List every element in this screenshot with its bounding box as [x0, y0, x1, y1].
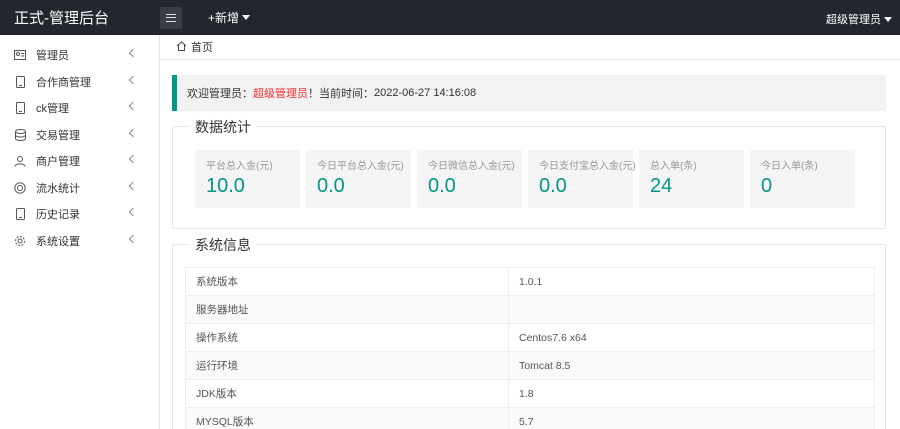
new-button-label: +新增: [208, 11, 240, 25]
stat-value: 0: [761, 175, 773, 197]
stat-card: 今日平台总入金(元) 0.0: [306, 150, 411, 208]
data-stats-title: 数据统计: [189, 117, 257, 137]
table-row: 运行环境 Tomcat 8.5: [185, 351, 875, 380]
stat-card: 总入单(条) 24: [639, 150, 744, 208]
welcome-banner: 欢迎管理员： 超级管理员 ！当前时间： 2022-06-27 14:16:08: [172, 75, 886, 111]
user-menu[interactable]: 超级管理员: [826, 11, 892, 27]
sidebar-item-label: 合作商管理: [36, 76, 91, 89]
info-key: MYSQL版本: [185, 407, 509, 429]
chevron-left-icon: [128, 48, 138, 58]
info-key: 运行环境: [185, 351, 509, 380]
chevron-left-icon: [128, 154, 138, 164]
welcome-user-name: 超级管理员: [253, 88, 308, 100]
stat-card: 今日微信总入金(元) 0.0: [417, 150, 522, 208]
sidebar-item-label: 管理员: [36, 50, 69, 63]
top-bar: 正式-管理后台 +新增 超级管理员: [0, 0, 900, 35]
stat-label: 今日支付宝总入金(元): [539, 161, 636, 172]
sidebar-item-ck[interactable]: ck管理: [0, 95, 159, 122]
info-value: 1.0.1: [508, 267, 875, 296]
sidebar-item-label: ck管理: [36, 103, 69, 116]
system-info-title: 系统信息: [189, 235, 257, 255]
sidebar-item-label: 历史记录: [36, 209, 80, 222]
stat-label: 平台总入金(元): [206, 161, 273, 172]
stat-label: 今日平台总入金(元): [317, 161, 404, 172]
menu-icon: [166, 13, 176, 22]
stat-label: 总入单(条): [650, 161, 697, 172]
info-value: Tomcat 8.5: [508, 351, 875, 380]
menu-toggle-button[interactable]: [160, 6, 182, 29]
sidebar-item-label: 交易管理: [36, 129, 80, 142]
stat-value: 10.0: [206, 175, 245, 197]
database-icon: [14, 128, 26, 141]
info-value: Centos7.6 x64: [508, 323, 875, 352]
stat-value: 24: [650, 175, 673, 197]
info-value: [508, 295, 875, 324]
info-value: 5.7: [508, 407, 875, 429]
info-key: 操作系统: [185, 323, 509, 352]
system-info-panel: 系统信息 系统版本 1.0.1 服务器地址 操作系统 Centos7.6 x64…: [172, 235, 886, 429]
caret-down-icon: [242, 15, 251, 20]
stat-label: 今日入单(条): [761, 161, 818, 172]
main-content: 欢迎管理员： 超级管理员 ！当前时间： 2022-06-27 14:16:08 …: [160, 60, 900, 429]
chevron-left-icon: [128, 75, 138, 84]
info-key: 服务器地址: [185, 295, 509, 324]
data-stats-panel: 数据统计 平台总入金(元) 10.0 今日平台总入金(元) 0.0 今日微信总入…: [172, 117, 886, 229]
target-icon: [14, 182, 26, 194]
info-key: JDK版本: [185, 379, 509, 408]
welcome-prefix: 欢迎管理员：: [187, 88, 253, 100]
chevron-left-icon: [128, 128, 138, 137]
stat-card: 今日支付宝总入金(元) 0.0: [528, 150, 636, 208]
sidebar-item-history[interactable]: 历史记录: [0, 201, 159, 228]
table-row: MYSQL版本 5.7: [185, 407, 875, 429]
sidebar-item-settings[interactable]: 系统设置: [0, 228, 159, 255]
gear-icon: [14, 235, 26, 247]
home-icon: [176, 40, 187, 54]
stat-value: 0.0: [428, 175, 456, 197]
welcome-time-label: ！当前时间：: [308, 88, 374, 100]
sidebar-item-trades[interactable]: 交易管理: [0, 122, 159, 149]
app-title: 正式-管理后台: [14, 10, 109, 27]
id-card-icon: [14, 49, 26, 61]
chevron-left-icon: [128, 101, 138, 111]
sidebar-item-label: 流水统计: [36, 182, 80, 195]
breadcrumb-home[interactable]: 首页: [191, 39, 213, 55]
chevron-left-icon: [128, 207, 138, 217]
info-key: 系统版本: [185, 267, 509, 296]
sidebar-item-flow-stats[interactable]: 流水统计: [0, 175, 159, 202]
chevron-left-icon: [128, 181, 138, 190]
stat-label: 今日微信总入金(元): [428, 161, 515, 172]
phone-icon: [14, 102, 26, 115]
system-info-table: 系统版本 1.0.1 服务器地址 操作系统 Centos7.6 x64 运行环境…: [185, 267, 875, 429]
new-button[interactable]: +新增: [208, 9, 251, 26]
sidebar-item-label: 系统设置: [36, 235, 80, 248]
stat-value: 0.0: [539, 175, 567, 197]
table-row: 操作系统 Centos7.6 x64: [185, 323, 875, 352]
phone-icon: [14, 75, 26, 88]
welcome-time: 2022-06-27 14:16:08: [374, 87, 477, 99]
breadcrumb: 首页: [160, 35, 900, 60]
user-icon: [14, 155, 26, 167]
stat-card: 今日入单(条) 0: [750, 150, 855, 208]
caret-down-icon: [884, 16, 892, 22]
chevron-left-icon: [128, 234, 138, 243]
table-row: 服务器地址: [185, 295, 875, 324]
table-row: 系统版本 1.0.1: [185, 267, 875, 296]
sidebar-item-partners[interactable]: 合作商管理: [0, 69, 159, 96]
info-value: 1.8: [508, 379, 875, 408]
user-menu-label: 超级管理员: [826, 14, 881, 26]
table-row: JDK版本 1.8: [185, 379, 875, 408]
stat-card: 平台总入金(元) 10.0: [195, 150, 300, 208]
phone-icon: [14, 208, 26, 221]
sidebar-item-merchants[interactable]: 商户管理: [0, 148, 159, 175]
sidebar-item-admin[interactable]: 管理员: [0, 42, 159, 69]
sidebar: 管理员 合作商管理 ck管理 交易管理 商户管理 流水统计 历史记录 系统设置: [0, 35, 160, 429]
sidebar-item-label: 商户管理: [36, 156, 80, 169]
stat-value: 0.0: [317, 175, 345, 197]
